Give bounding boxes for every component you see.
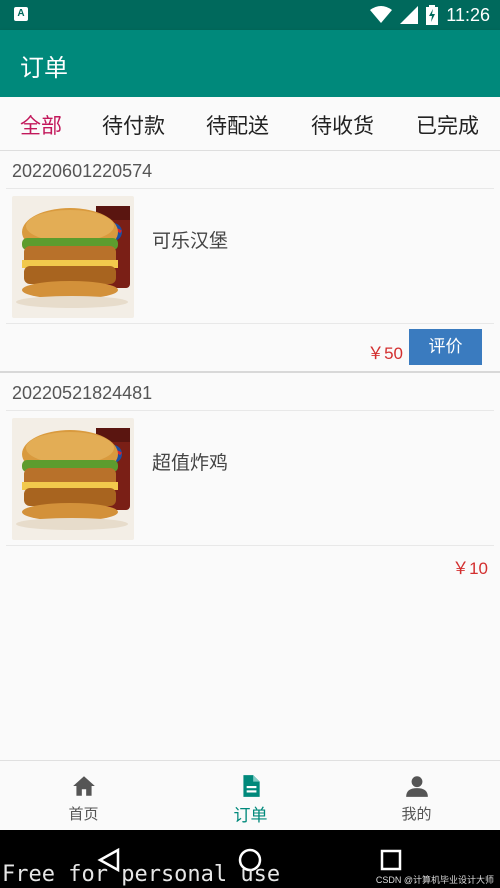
order-price: ￥10: [452, 559, 488, 578]
order-id: 20220601220574: [12, 161, 153, 181]
status-bar: A 11:26: [0, 0, 500, 30]
order-price: ￥50: [367, 344, 403, 363]
order-tabs: 全部 待付款 待配送 待收货 已完成: [0, 97, 500, 151]
home-icon: [72, 776, 95, 796]
nav-home[interactable]: 首页: [0, 761, 167, 831]
battery-icon: [426, 5, 439, 25]
nav-orders[interactable]: 订单: [167, 761, 334, 831]
page-title: 订单: [20, 54, 68, 82]
nav-label: 订单: [233, 806, 268, 826]
document-icon: [242, 775, 260, 797]
order-card[interactable]: 20220521824481 超值炸鸡 ￥10: [0, 374, 500, 584]
status-icons: 11:26: [370, 4, 490, 26]
app-notification-icon: A: [14, 7, 28, 21]
watermark-text: Free for personal use: [2, 862, 281, 887]
tab-pending-delivery[interactable]: 待配送: [206, 110, 269, 140]
credit-text: CSDN @计算机毕业设计大师: [375, 875, 494, 885]
divider: [6, 545, 494, 546]
tab-completed[interactable]: 已完成: [416, 110, 479, 140]
person-icon: [405, 776, 428, 797]
bottom-navigation: 首页 订单 我的: [0, 760, 500, 830]
tab-pending-receipt[interactable]: 待收货: [311, 110, 374, 140]
divider: [6, 188, 494, 189]
tab-all[interactable]: 全部: [20, 110, 62, 140]
order-card[interactable]: 20220601220574 可乐汉堡 ￥50 评价: [0, 152, 500, 372]
nav-profile[interactable]: 我的: [333, 761, 500, 831]
signal-icon: [400, 6, 419, 24]
app-bar: 订单: [0, 30, 500, 97]
product-name: 可乐汉堡: [152, 230, 229, 252]
tab-pending-payment[interactable]: 待付款: [102, 110, 165, 140]
order-separator: [0, 371, 500, 373]
order-id: 20220521824481: [12, 383, 153, 403]
review-button[interactable]: 评价: [409, 329, 482, 365]
nav-label: 首页: [68, 805, 99, 823]
recents-square-icon[interactable]: [378, 847, 404, 873]
wifi-icon: [370, 6, 393, 23]
burger-cola-image: [12, 196, 134, 318]
product-name: 超值炸鸡: [152, 452, 229, 474]
burger-cola-image: [12, 418, 134, 540]
divider: [6, 323, 494, 324]
nav-label: 我的: [401, 805, 432, 823]
clock: 11:26: [446, 4, 490, 25]
divider: [6, 410, 494, 411]
